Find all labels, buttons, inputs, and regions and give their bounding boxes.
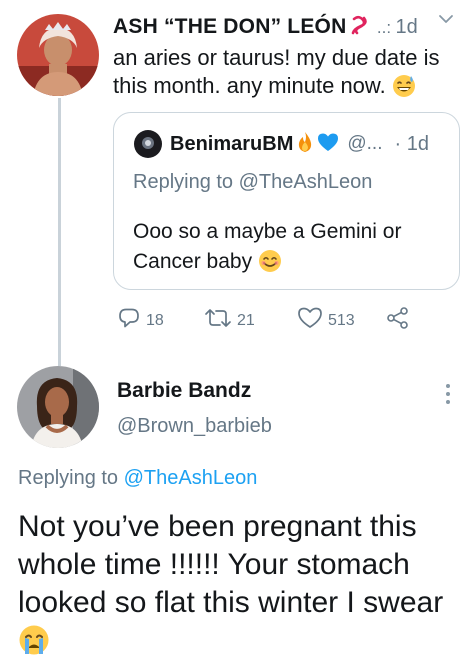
quoted-display-name[interactable]: BenimaruBM bbox=[170, 133, 293, 156]
tweet2-handle[interactable]: @Brown_barbieb bbox=[117, 415, 272, 438]
heart-icon bbox=[297, 306, 323, 335]
replying-to-prefix: Replying to bbox=[133, 171, 239, 193]
crying-face-emoji-icon bbox=[18, 624, 50, 656]
reply-icon bbox=[117, 306, 141, 335]
quoted-handle[interactable]: @... bbox=[347, 133, 382, 155]
replying-to-handle[interactable]: @TheAshLeon bbox=[239, 171, 373, 193]
quoted-tweet-card[interactable]: BenimaruBM @... · 1d Replying to @TheAsh… bbox=[113, 112, 460, 290]
smiling-eyes-emoji-icon bbox=[258, 249, 282, 282]
more-options-icon[interactable] bbox=[443, 382, 453, 411]
quoted-tweet-text: Ooo so a maybe a Gemini or Cancer baby bbox=[133, 217, 433, 282]
tweet1-timestamp[interactable]: 1d bbox=[396, 16, 418, 38]
avatar-ash-the-don-leon[interactable] bbox=[17, 14, 99, 96]
share-action[interactable] bbox=[385, 306, 411, 335]
tweet1-display-name[interactable]: ASH “THE DON” LEÓN bbox=[113, 15, 346, 38]
tweet1-text-body: an aries or taurus! my due date is this … bbox=[113, 45, 440, 98]
blue-heart-emoji-icon bbox=[317, 132, 339, 157]
like-count: 513 bbox=[328, 311, 355, 329]
like-action[interactable]: 513 bbox=[297, 306, 355, 335]
thread-connector-line bbox=[58, 98, 61, 366]
fire-emoji-icon bbox=[295, 131, 315, 158]
quoted-replying-to: Replying to @TheAshLeon bbox=[133, 171, 372, 194]
share-icon bbox=[385, 306, 411, 335]
retweet-icon bbox=[204, 306, 232, 335]
tweet1-header: ASH “THE DON” LEÓN ..: 1d bbox=[113, 14, 467, 42]
retweet-action[interactable]: 21 bbox=[204, 306, 255, 335]
tweet1-action-bar: 18 21 513 bbox=[117, 306, 417, 336]
avatar-benimarubm[interactable] bbox=[134, 130, 162, 158]
quoted-tweet-header: BenimaruBM @... · 1d bbox=[134, 129, 429, 159]
tweet2-replying-to: Replying to @TheAshLeon bbox=[18, 467, 257, 490]
tweet2-display-name[interactable]: Barbie Bandz bbox=[117, 379, 251, 403]
chevron-down-icon[interactable] bbox=[435, 8, 457, 35]
grinning-sweat-emoji-icon bbox=[392, 74, 416, 105]
reply-action[interactable]: 18 bbox=[117, 306, 164, 335]
tweet2-text: Not you’ve been pregnant this whole time… bbox=[18, 508, 467, 656]
avatar-barbie-bandz[interactable] bbox=[17, 366, 99, 448]
tweet1-truncation: ..: bbox=[376, 18, 392, 37]
red-knot-icon bbox=[348, 14, 370, 41]
reply-count: 18 bbox=[146, 311, 164, 329]
replying-to-handle[interactable]: @TheAshLeon bbox=[124, 467, 258, 489]
tweet2-text-body: Not you’ve been pregnant this whole time… bbox=[18, 510, 444, 619]
tweet1-text: an aries or taurus! my due date is this … bbox=[113, 44, 453, 105]
replying-to-prefix: Replying to bbox=[18, 467, 124, 489]
quoted-timestamp[interactable]: · 1d bbox=[394, 133, 428, 156]
retweet-count: 21 bbox=[237, 311, 255, 329]
